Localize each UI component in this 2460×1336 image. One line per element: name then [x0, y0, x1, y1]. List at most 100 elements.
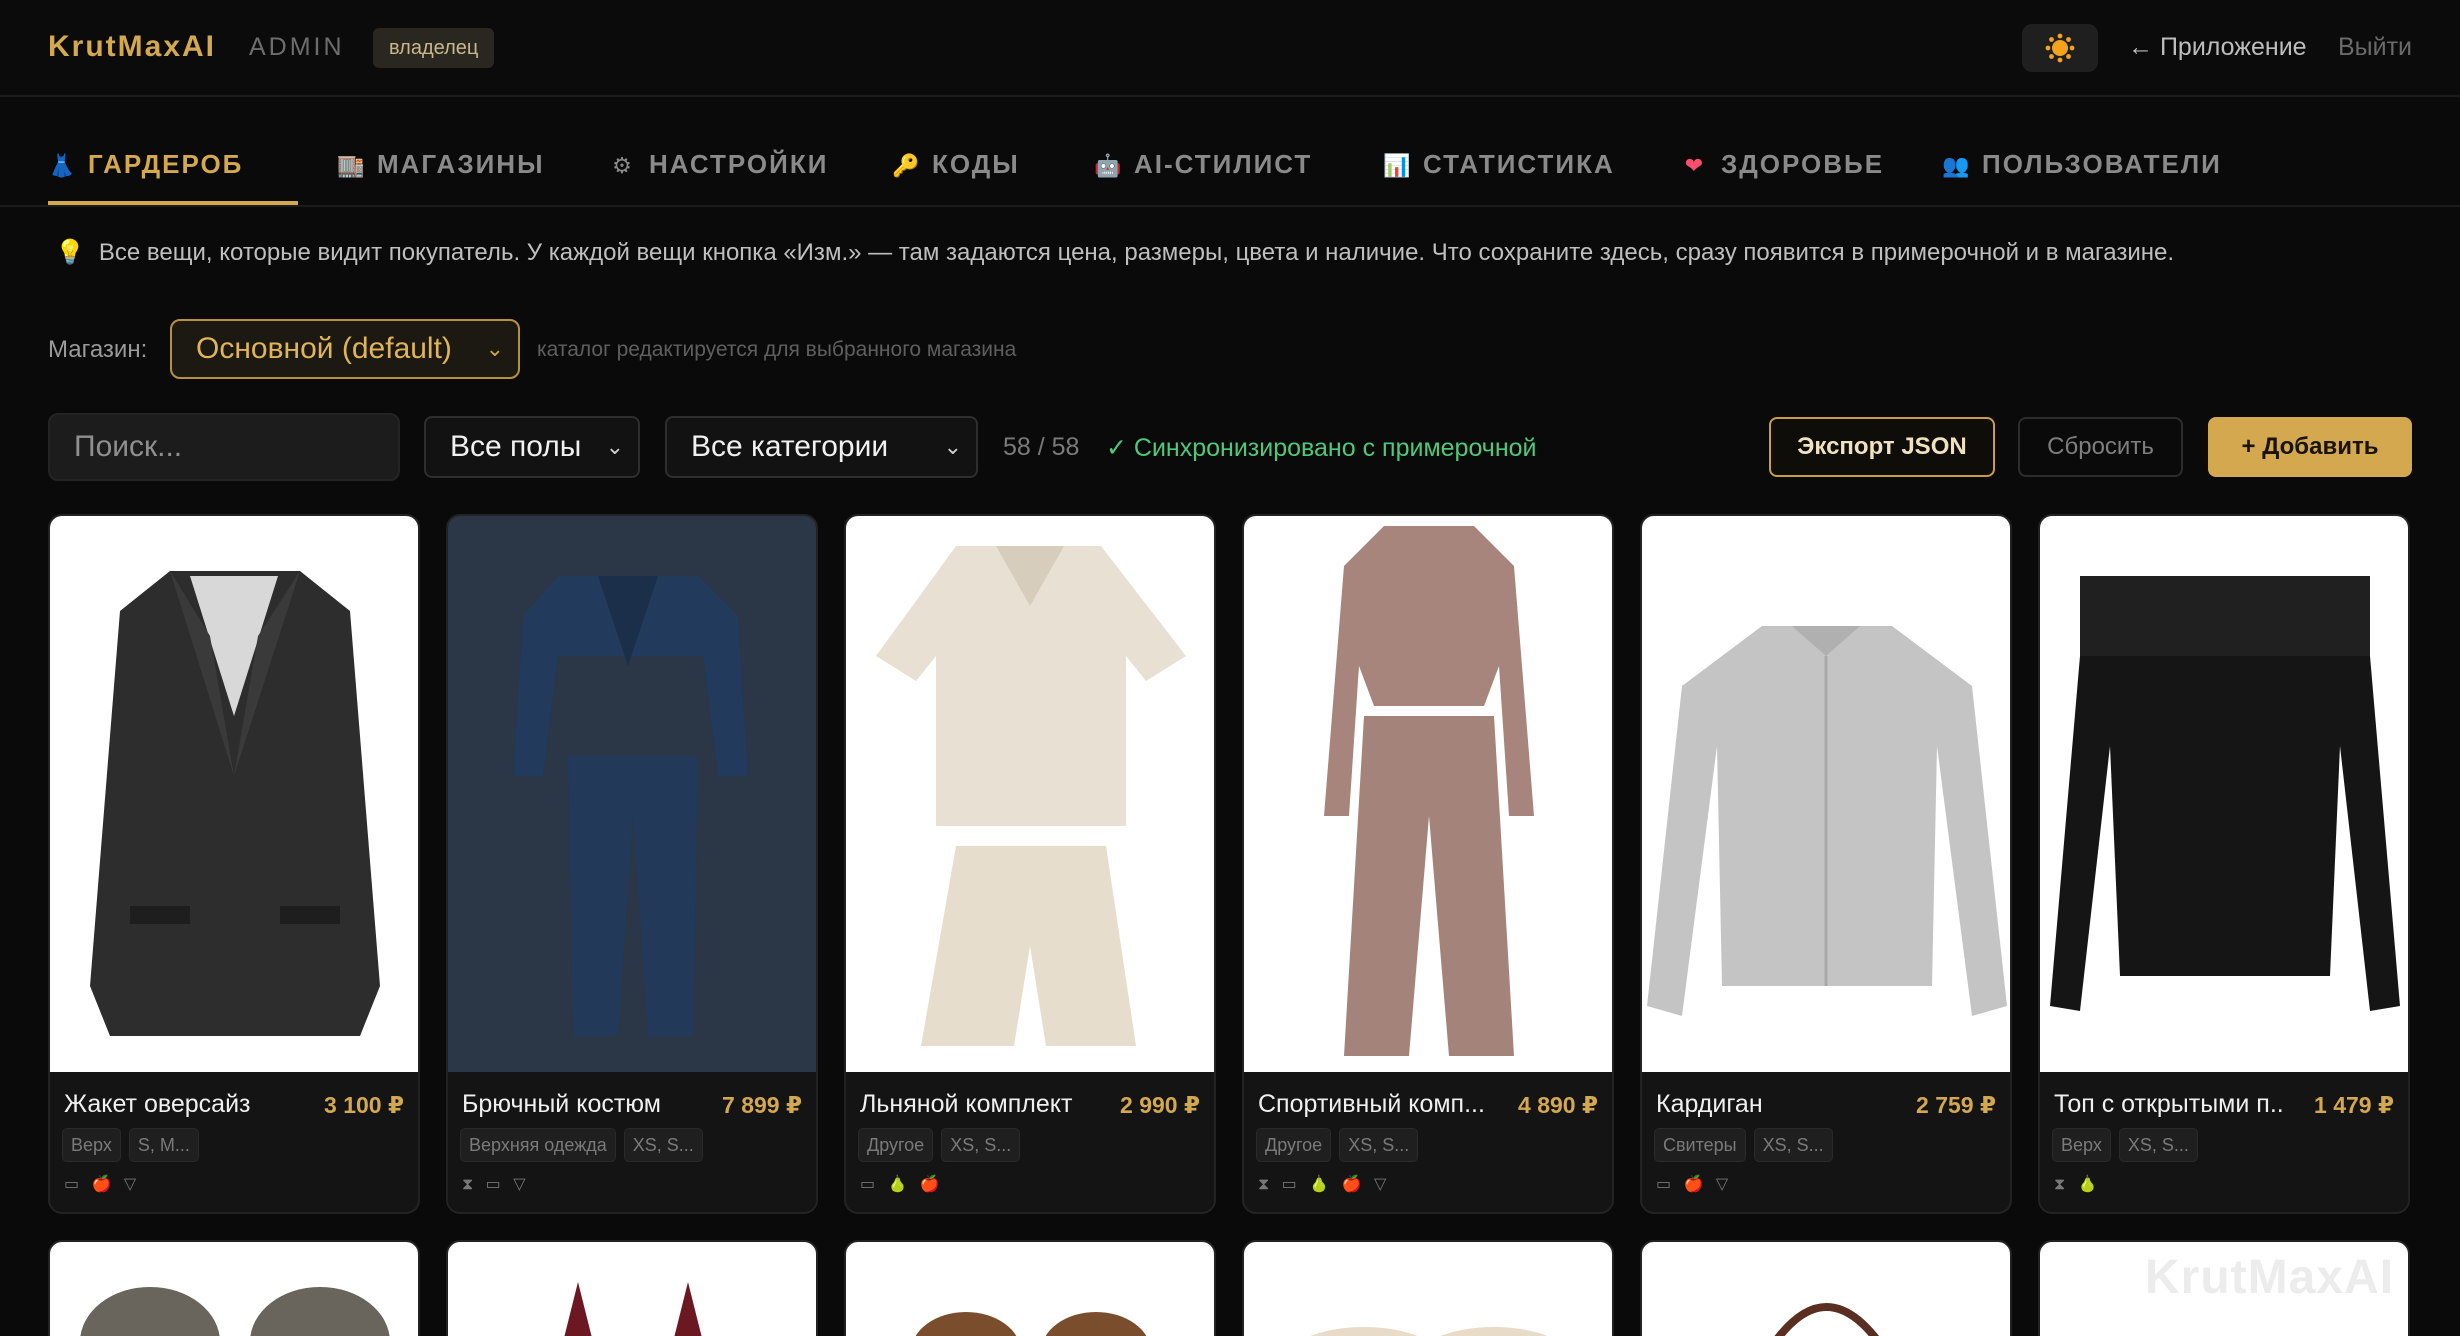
product-status-icons: ▭ 🍐 🍎 [860, 1176, 944, 1193]
store-hint: каталог редактируется для выбранного маг… [537, 338, 1017, 361]
product-status-icons: ▭ 🍎 ▽ [64, 1176, 141, 1193]
product-card[interactable]: Спортивный комп... 4 890 ₽ Другое XS, S..… [1242, 514, 1614, 1214]
product-image [915, 1312, 1147, 1336]
sizes-tag: XS, S... [2118, 1128, 2198, 1162]
dress-icon: 👗 [48, 153, 78, 178]
product-image [1642, 516, 2010, 1072]
sizes-tag: S, M... [128, 1128, 199, 1162]
product-name: Жакет оверсайз [64, 1090, 251, 1118]
users-icon: 👥 [1942, 153, 1972, 178]
product-image [2040, 516, 2408, 1072]
store-select[interactable]: Основной (default) ⌄ [170, 319, 520, 379]
product-image [448, 516, 816, 1072]
product-image [50, 516, 418, 1072]
category-tag: Верхняя одежда [460, 1128, 616, 1162]
tab-health[interactable]: ❤ ЗДОРОВЬЕ [1681, 149, 1884, 189]
product-name: Спортивный комп... [1258, 1090, 1485, 1118]
add-item-button[interactable]: + Добавить [2208, 417, 2412, 477]
tab-statistics[interactable]: 📊 СТАТИСТИКА [1383, 149, 1615, 189]
tab-settings[interactable]: ⚙ НАСТРОЙКИ [609, 149, 828, 189]
product-image [1774, 1303, 1879, 1336]
gear-icon: ⚙ [612, 153, 634, 178]
active-tab-indicator [48, 201, 298, 205]
product-image [1310, 1327, 1548, 1336]
chevron-down-icon: ⌄ [485, 336, 504, 361]
product-price: 4 890 ₽ [1518, 1092, 1598, 1118]
bulb-icon: 💡 [55, 239, 85, 266]
tab-ai-stylist[interactable]: 🤖 AI-СТИЛИСТ [1094, 149, 1312, 189]
role-badge: владелец [373, 28, 495, 68]
product-card[interactable] [1242, 1240, 1614, 1336]
store-icon: 🏬 [337, 153, 367, 178]
chevron-down-icon: ⌄ [605, 434, 624, 459]
product-price: 7 899 ₽ [722, 1092, 802, 1118]
tab-users[interactable]: 👥 ПОЛЬЗОВАТЕЛИ [1942, 149, 2222, 189]
product-tags: Свитеры XS, S... [1654, 1128, 1841, 1164]
top-bar: KrutMaxAI ADMIN владелец ← Приложение Вы… [0, 0, 2460, 97]
product-image [80, 1287, 390, 1336]
product-card[interactable]: Топ с открытыми п... 1 479 ₽ Верх XS, S..… [2038, 514, 2410, 1214]
tab-bar: 👗 ГАРДЕРОБ 🏬 МАГАЗИНЫ ⚙ НАСТРОЙКИ 🔑 КОДЫ 🤖 AI… [0, 97, 2460, 207]
logout-link[interactable]: Выйти [2338, 33, 2412, 62]
category-tag: Другое [858, 1128, 934, 1162]
product-card[interactable] [446, 1240, 818, 1336]
product-tags: Верхняя одежда XS, S... [460, 1128, 711, 1164]
product-price: 3 100 ₽ [324, 1092, 404, 1118]
store-label: Магазин: [48, 336, 148, 363]
product-name: Льняной комплект [860, 1090, 1073, 1118]
gender-select[interactable]: Все полы ⌄ [424, 416, 640, 478]
key-icon: 🔑 [892, 153, 922, 178]
product-status-icons: ⧗ ▭ 🍐 🍎 ▽ [1258, 1176, 1391, 1193]
product-card[interactable] [1640, 1240, 2012, 1336]
sizes-tag: XS, S... [623, 1128, 703, 1162]
product-tags: Верх S, M... [62, 1128, 207, 1164]
product-card[interactable] [844, 1240, 1216, 1336]
robot-icon: 🤖 [1094, 153, 1124, 178]
chevron-down-icon: ⌄ [943, 434, 962, 459]
brand-logo[interactable]: KrutMaxAI [48, 30, 216, 64]
product-image [846, 516, 1214, 1072]
sizes-tag: XS, S... [941, 1128, 1021, 1162]
product-card[interactable]: Льняной комплект 2 990 ₽ Другое XS, S... … [844, 514, 1216, 1214]
product-status-icons: ⧗ ▭ ▽ [462, 1176, 530, 1193]
product-price: 2 990 ₽ [1120, 1092, 1200, 1118]
product-status-icons: ▭ 🍎 ▽ [1656, 1176, 1733, 1193]
app-link[interactable]: ← Приложение [2128, 33, 2307, 62]
items-count: 58 / 58 [1003, 433, 1080, 461]
product-name: Топ с открытыми п... [2054, 1090, 2284, 1118]
tab-wardrobe[interactable]: 👗 ГАРДЕРОБ [48, 149, 243, 189]
product-price: 1 479 ₽ [2314, 1092, 2394, 1118]
heart-icon: ❤ [1684, 153, 1706, 178]
sizes-tag: XS, S... [1753, 1128, 1833, 1162]
product-card[interactable]: Жакет оверсайз 3 100 ₽ Верх S, M... ▭ 🍎 ▽ [48, 514, 420, 1214]
theme-toggle-button[interactable] [2022, 24, 2098, 72]
product-name: Брючный костюм [462, 1090, 661, 1118]
chart-icon: 📊 [1383, 153, 1413, 178]
tab-stores[interactable]: 🏬 МАГАЗИНЫ [337, 149, 545, 189]
info-text: Все вещи, которые видит покупатель. У ка… [98, 239, 2174, 266]
product-image [1244, 516, 1612, 1072]
product-card[interactable]: Брючный костюм 7 899 ₽ Верхняя одежда XS,… [446, 514, 818, 1214]
product-image [564, 1282, 702, 1336]
product-tags: Другое XS, S... [858, 1128, 1028, 1164]
category-tag: Верх [2052, 1128, 2111, 1162]
product-tags: Верх XS, S... [2052, 1128, 2206, 1164]
sun-icon [2045, 33, 2075, 63]
reset-button[interactable]: Сбросить [2018, 417, 2183, 477]
product-card[interactable] [48, 1240, 420, 1336]
category-select[interactable]: Все категории ⌄ [665, 416, 978, 478]
sizes-tag: XS, S... [1339, 1128, 1419, 1162]
category-tag: Другое [1256, 1128, 1332, 1162]
category-tag: Свитеры [1654, 1128, 1746, 1162]
category-tag: Верх [62, 1128, 121, 1162]
watermark: KrutMaxAI [2145, 1251, 2395, 1304]
search-input[interactable]: Поиск... [48, 413, 400, 481]
admin-label: ADMIN [249, 33, 345, 61]
export-json-button[interactable]: Экспорт JSON [1769, 417, 1995, 477]
product-card[interactable]: Кардиган 2 759 ₽ Свитеры XS, S... ▭ 🍎 ▽ [1640, 514, 2012, 1214]
product-status-icons: ⧗ 🍐 [2054, 1176, 2102, 1193]
info-banner: 💡 Все вещи, которые видит покупатель. У к… [55, 238, 2174, 267]
product-name: Кардиган [1656, 1090, 1763, 1118]
product-tags: Другое XS, S... [1256, 1128, 1426, 1164]
tab-codes[interactable]: 🔑 КОДЫ [892, 149, 1020, 189]
